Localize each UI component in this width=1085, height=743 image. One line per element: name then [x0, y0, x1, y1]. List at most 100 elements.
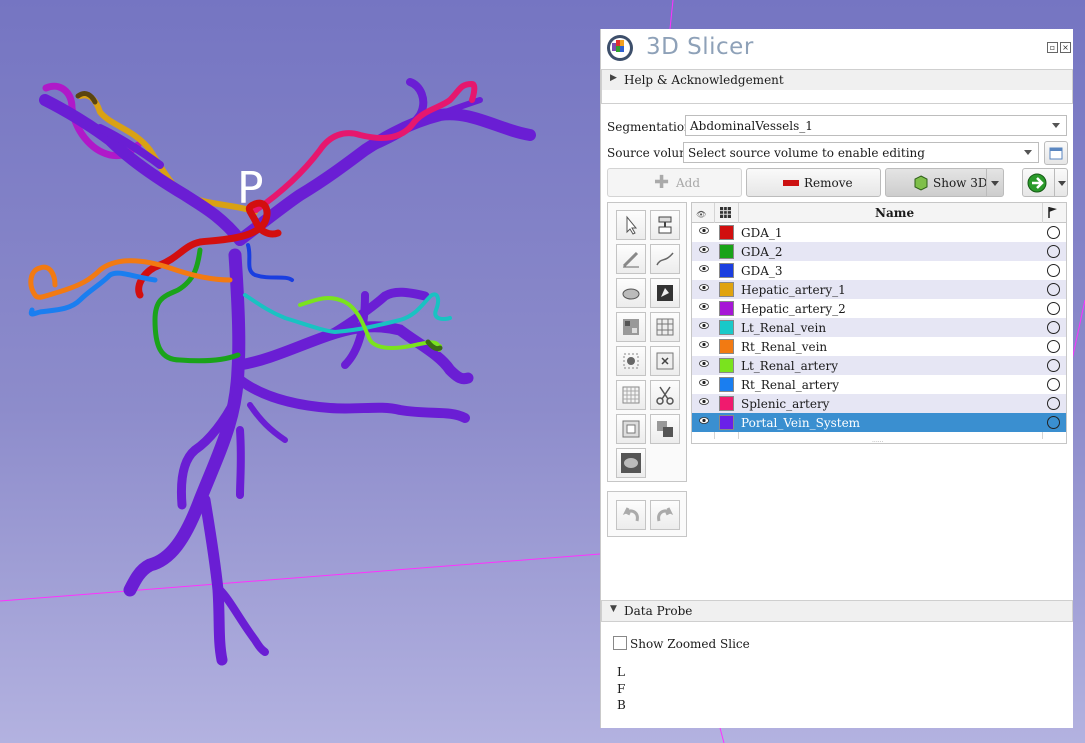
segment-status-icon[interactable] — [1047, 397, 1060, 410]
segment-name[interactable]: Rt_Renal_vein — [741, 340, 827, 354]
resize-handle[interactable]: ······ — [872, 439, 883, 446]
hollow-effect-button[interactable] — [616, 414, 646, 444]
segment-row[interactable]: Rt_Renal_artery — [692, 375, 1066, 394]
add-segment-button[interactable]: ✚ Add — [607, 168, 742, 197]
logical-operators-effect-button[interactable] — [650, 346, 680, 376]
flag-column-icon[interactable] — [1047, 206, 1059, 219]
segment-status-icon[interactable] — [1047, 321, 1060, 334]
segment-color-swatch[interactable] — [719, 320, 734, 335]
dropdown-arrow-icon[interactable] — [991, 181, 999, 186]
margin-effect-button[interactable] — [650, 312, 680, 342]
scissors-effect-button[interactable] — [650, 380, 680, 410]
segment-status-icon[interactable] — [1047, 264, 1060, 277]
mask-volume-effect-button[interactable] — [650, 414, 680, 444]
segment-color-swatch[interactable] — [719, 377, 734, 392]
segment-name[interactable]: Lt_Renal_vein — [741, 321, 826, 335]
visibility-eye-icon[interactable] — [699, 246, 709, 253]
segment-color-swatch[interactable] — [719, 282, 734, 297]
color-column-icon[interactable] — [720, 207, 731, 218]
show-zoomed-slice-checkbox[interactable] — [613, 636, 627, 650]
app-title: 3D Slicer — [646, 34, 754, 60]
segment-name[interactable]: Rt_Renal_artery — [741, 378, 839, 392]
segment-status-icon[interactable] — [1047, 359, 1060, 372]
scissors-icon — [656, 386, 674, 405]
segment-row[interactable]: GDA_3 — [692, 261, 1066, 280]
visibility-eye-icon[interactable] — [699, 379, 709, 386]
segment-actions-button[interactable] — [1022, 168, 1068, 197]
go-forward-icon — [1027, 173, 1047, 193]
segment-row[interactable]: Portal_Vein_System — [692, 413, 1066, 432]
segment-name[interactable]: Splenic_artery — [741, 397, 829, 411]
source-volume-selector[interactable]: Select source volume to enable editing — [683, 142, 1039, 163]
segmentation-label: Segmentation: — [607, 120, 696, 134]
segment-row[interactable]: Rt_Renal_vein — [692, 337, 1066, 356]
islands-effect-button[interactable] — [616, 346, 646, 376]
help-acknowledgement-section[interactable]: ▶ Help & Acknowledgement — [601, 69, 1073, 91]
level-tracing-icon — [656, 252, 674, 266]
remove-segment-button[interactable]: Remove — [746, 168, 881, 197]
segment-color-swatch[interactable] — [719, 263, 734, 278]
visibility-eye-icon[interactable] — [699, 341, 709, 348]
segment-row[interactable]: GDA_2 — [692, 242, 1066, 261]
segment-status-icon[interactable] — [1047, 226, 1060, 239]
draw-effect-button[interactable] — [616, 244, 646, 274]
visibility-eye-icon[interactable] — [699, 303, 709, 310]
data-probe-section[interactable]: ▼ Data Probe — [601, 600, 1073, 622]
segment-color-swatch[interactable] — [719, 339, 734, 354]
segment-name[interactable]: Portal_Vein_System — [741, 416, 860, 430]
segment-status-icon[interactable] — [1047, 340, 1060, 353]
segment-status-icon[interactable] — [1047, 283, 1060, 296]
segment-color-swatch[interactable] — [719, 301, 734, 316]
visibility-eye-icon[interactable] — [699, 417, 709, 424]
segment-status-icon[interactable] — [1047, 378, 1060, 391]
segmentation-selector[interactable]: AbdominalVessels_1 — [685, 115, 1067, 136]
smoothing-effect-button[interactable] — [616, 380, 646, 410]
segment-status-icon[interactable] — [1047, 245, 1060, 258]
segment-name[interactable]: Hepatic_artery_2 — [741, 302, 846, 316]
none-effect-button[interactable] — [616, 210, 646, 240]
segment-row[interactable]: Lt_Renal_vein — [692, 318, 1066, 337]
segment-portal-vein-system — [39, 78, 536, 666]
segment-row[interactable]: Hepatic_artery_2 — [692, 299, 1066, 318]
segment-color-swatch[interactable] — [719, 358, 734, 373]
show-3d-button[interactable]: Show 3D — [885, 168, 1004, 197]
segment-color-swatch[interactable] — [719, 415, 734, 430]
visibility-eye-icon[interactable] — [699, 227, 709, 234]
redo-button[interactable] — [650, 500, 680, 530]
segment-color-swatch[interactable] — [719, 244, 734, 259]
segment-status-icon[interactable] — [1047, 302, 1060, 315]
segment-name[interactable]: GDA_1 — [741, 226, 783, 240]
segment-color-swatch[interactable] — [719, 396, 734, 411]
source-volume-options-button[interactable] — [1044, 141, 1068, 165]
erase-effect-button[interactable] — [616, 278, 646, 308]
segment-name[interactable]: Lt_Renal_artery — [741, 359, 838, 373]
segment-color-swatch[interactable] — [719, 225, 734, 240]
3d-cube-icon — [914, 175, 928, 191]
name-column-header[interactable]: Name — [875, 206, 914, 220]
visibility-eye-icon[interactable] — [699, 284, 709, 291]
segment-row[interactable]: Splenic_artery — [692, 394, 1066, 413]
eraser-icon — [622, 288, 640, 300]
segment-name[interactable]: GDA_3 — [741, 264, 783, 278]
segment-row[interactable]: Hepatic_artery_1 — [692, 280, 1066, 299]
segment-status-icon[interactable] — [1047, 416, 1060, 429]
segment-name[interactable]: GDA_2 — [741, 245, 783, 259]
paint-effect-button[interactable] — [650, 210, 680, 240]
segment-row[interactable]: GDA_1 — [692, 223, 1066, 242]
visibility-eye-icon[interactable] — [699, 398, 709, 405]
segment-name[interactable]: Hepatic_artery_1 — [741, 283, 846, 297]
dropdown-arrow-icon[interactable] — [1058, 181, 1066, 186]
grow-from-seeds-effect-button[interactable] — [650, 278, 680, 308]
threshold-effect-button[interactable] — [616, 312, 646, 342]
visibility-eye-icon[interactable] — [699, 360, 709, 367]
level-tracing-effect-button[interactable] — [650, 244, 680, 274]
visibility-eye-icon[interactable] — [699, 265, 709, 272]
segment-row[interactable]: Lt_Renal_artery — [692, 356, 1066, 375]
visibility-column-icon[interactable]: 👁 — [696, 210, 706, 219]
surface-cut-effect-button[interactable] — [616, 448, 646, 478]
undo-button[interactable] — [616, 500, 646, 530]
orientation-label: P — [237, 163, 264, 214]
undock-icon[interactable]: ▫ — [1047, 42, 1058, 53]
visibility-eye-icon[interactable] — [699, 322, 709, 329]
close-icon[interactable]: × — [1060, 42, 1071, 53]
